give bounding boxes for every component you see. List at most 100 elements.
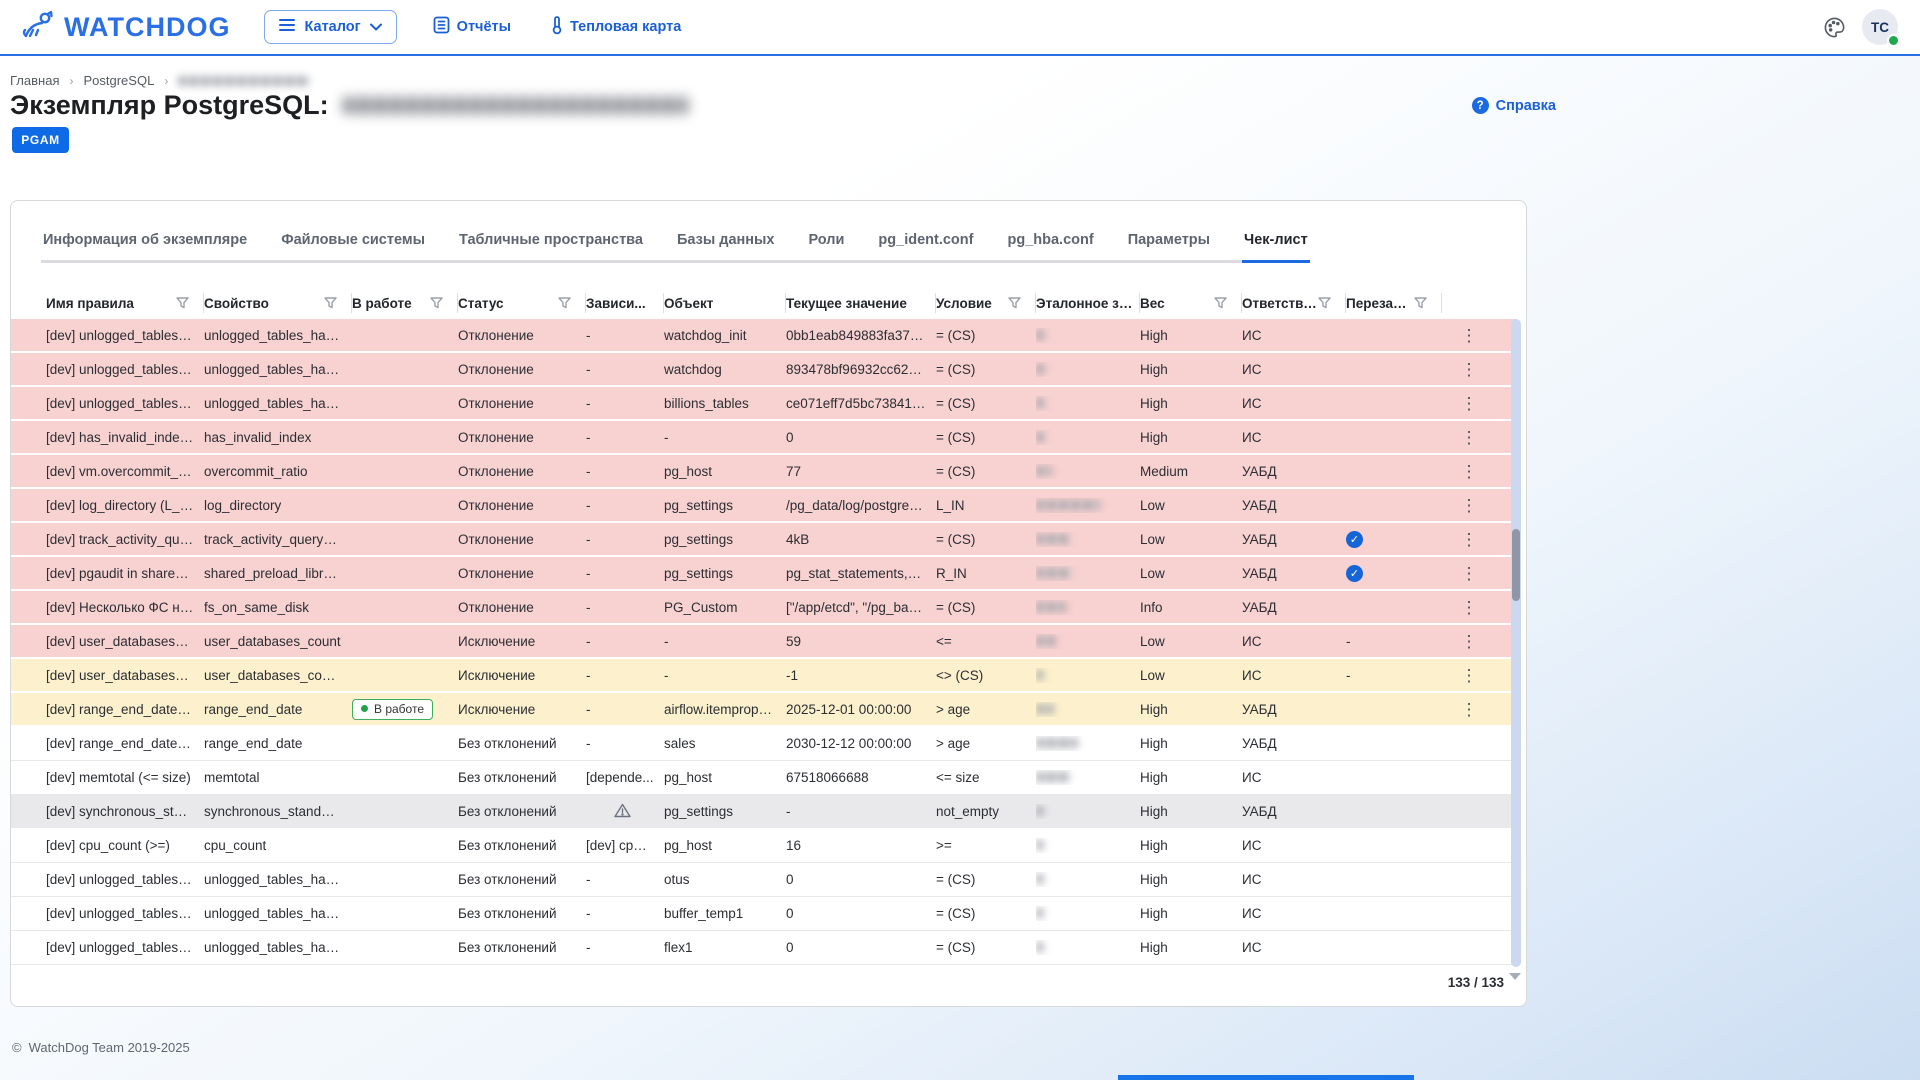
cell-responsible: УАБД bbox=[1242, 532, 1346, 547]
table-row[interactable]: [dev] has_invalid_index (= ...has_invali… bbox=[11, 421, 1516, 455]
cell-current-value: 0 bbox=[786, 906, 936, 921]
vertical-scrollbar-track[interactable] bbox=[1511, 319, 1521, 967]
help-link[interactable]: ? Справка bbox=[1472, 97, 1556, 114]
table-row[interactable]: [dev] unlogged_tables_ha...unlogged_tabl… bbox=[11, 353, 1516, 387]
cell-responsible: УАБД bbox=[1242, 702, 1346, 717]
cell-property: memtotal bbox=[204, 770, 352, 785]
cell-responsible: ИС bbox=[1242, 430, 1346, 445]
filter-icon[interactable] bbox=[324, 297, 345, 309]
cell-responsible: УАБД bbox=[1242, 600, 1346, 615]
tab-8[interactable]: Чек-лист bbox=[1242, 226, 1310, 263]
tab-6[interactable]: pg_hba.conf bbox=[1005, 226, 1095, 263]
cell-status: Отклонение bbox=[458, 396, 586, 411]
row-menu-kebab-icon[interactable]: ⋮ bbox=[1460, 698, 1478, 720]
cell-dependency: - bbox=[586, 736, 664, 751]
table-row[interactable]: [dev] unlogged_tables_ha...unlogged_tabl… bbox=[11, 387, 1516, 421]
tab-1[interactable]: Файловые системы bbox=[279, 226, 427, 263]
column-label: Эталонное зна... bbox=[1036, 296, 1133, 311]
table-row[interactable]: [dev] unlogged_tables_ha...unlogged_tabl… bbox=[11, 863, 1516, 897]
cell-dependency: - bbox=[586, 634, 664, 649]
row-menu-kebab-icon[interactable]: ⋮ bbox=[1460, 664, 1478, 686]
tab-2[interactable]: Табличные пространства bbox=[457, 226, 645, 263]
filter-icon[interactable] bbox=[558, 297, 579, 309]
table-row[interactable]: [dev] unlogged_tables_ha...unlogged_tabl… bbox=[11, 931, 1516, 965]
cell-current-value: - bbox=[786, 804, 936, 819]
row-menu-kebab-icon[interactable]: ⋮ bbox=[1460, 358, 1478, 380]
table-row[interactable]: [dev] track_activity_query...track_activ… bbox=[11, 523, 1516, 557]
tab-7[interactable]: Параметры bbox=[1126, 226, 1212, 263]
breadcrumb-home[interactable]: Главная bbox=[10, 73, 59, 88]
redacted-value bbox=[1036, 840, 1044, 850]
user-avatar[interactable]: TC bbox=[1862, 9, 1898, 45]
filter-icon[interactable] bbox=[1214, 297, 1235, 309]
row-menu-kebab-icon[interactable]: ⋮ bbox=[1460, 426, 1478, 448]
scrollbar-down-arrow[interactable] bbox=[1509, 973, 1521, 980]
reports-link[interactable]: Отчёты bbox=[433, 16, 511, 38]
redacted-value bbox=[1036, 670, 1044, 680]
catalog-button[interactable]: Каталог bbox=[264, 10, 396, 44]
tab-4[interactable]: Роли bbox=[806, 226, 846, 263]
table-row[interactable]: [dev] pgaudit in shared_pr...shared_prel… bbox=[11, 557, 1516, 591]
cell-property: unlogged_tables_hashe... bbox=[204, 396, 352, 411]
brand[interactable]: WATCHDOG bbox=[22, 10, 230, 45]
filter-icon[interactable] bbox=[1318, 297, 1339, 309]
table-row[interactable]: [dev] vm.overcommit_ratio...overcommit_r… bbox=[11, 455, 1516, 489]
cell-condition: = (CS) bbox=[936, 532, 1036, 547]
cell-responsible: ИС bbox=[1242, 906, 1346, 921]
filter-icon[interactable] bbox=[1008, 297, 1029, 309]
cell-rule-name: [dev] user_databases_cou... bbox=[36, 634, 204, 649]
breadcrumb-current-redacted bbox=[178, 76, 310, 86]
tab-0[interactable]: Информация об экземпляре bbox=[41, 226, 249, 263]
cell-property: has_invalid_index bbox=[204, 430, 352, 445]
row-menu-kebab-icon[interactable]: ⋮ bbox=[1460, 596, 1478, 618]
table-row[interactable]: [dev] memtotal (<= size)memtotalБез откл… bbox=[11, 761, 1516, 795]
pgam-button[interactable]: PGAM bbox=[12, 127, 69, 153]
cell-actions: ⋮ bbox=[1442, 664, 1516, 686]
cell-rule-name: [dev] unlogged_tables_ha... bbox=[36, 362, 204, 377]
tab-5[interactable]: pg_ident.conf bbox=[876, 226, 975, 263]
cell-current-value: 0bb1eab849883fa37faf... bbox=[786, 328, 936, 343]
cell-current-value: 0 bbox=[786, 872, 936, 887]
theme-palette-icon[interactable] bbox=[1823, 16, 1846, 39]
cell-condition: = (CS) bbox=[936, 396, 1036, 411]
cell-weight: High bbox=[1140, 736, 1242, 751]
cell-rule-name: [dev] track_activity_query... bbox=[36, 532, 204, 547]
cell-weight: Low bbox=[1140, 498, 1242, 513]
cell-responsible: УАБД bbox=[1242, 464, 1346, 479]
column-header-2: В работе bbox=[352, 293, 458, 313]
table-row[interactable]: [dev] cpu_count (>=)cpu_countБез отклоне… bbox=[11, 829, 1516, 863]
row-menu-kebab-icon[interactable]: ⋮ bbox=[1460, 528, 1478, 550]
table-row[interactable]: [dev] user_databases_cou...user_database… bbox=[11, 625, 1516, 659]
row-menu-kebab-icon[interactable]: ⋮ bbox=[1460, 630, 1478, 652]
breadcrumb-postgresql[interactable]: PostgreSQL bbox=[83, 73, 154, 88]
cell-condition: <= bbox=[936, 634, 1036, 649]
table-row[interactable]: [dev] unlogged_tables_ha...unlogged_tabl… bbox=[11, 897, 1516, 931]
filter-icon[interactable] bbox=[176, 297, 197, 309]
row-menu-kebab-icon[interactable]: ⋮ bbox=[1460, 324, 1478, 346]
row-menu-kebab-icon[interactable]: ⋮ bbox=[1460, 392, 1478, 414]
table-row[interactable]: [dev] range_end_date (> a...range_end_da… bbox=[11, 693, 1516, 727]
row-menu-kebab-icon[interactable]: ⋮ bbox=[1460, 562, 1478, 584]
heatmap-link[interactable]: Тепловая карта bbox=[551, 16, 681, 39]
cell-weight: Info bbox=[1140, 600, 1242, 615]
cell-condition: not_empty bbox=[936, 804, 1036, 819]
redacted-value bbox=[1036, 568, 1072, 578]
table-row[interactable]: [dev] range_end_date (> a...range_end_da… bbox=[11, 727, 1516, 761]
table-row[interactable]: [dev] unlogged_tables_ha...unlogged_tabl… bbox=[11, 319, 1516, 353]
filter-icon[interactable] bbox=[430, 297, 451, 309]
table-row[interactable]: [dev] Несколько ФС на од...fs_on_same_di… bbox=[11, 591, 1516, 625]
tab-3[interactable]: Базы данных bbox=[675, 226, 777, 263]
cell-dependency: - bbox=[586, 464, 664, 479]
vertical-scrollbar-thumb[interactable] bbox=[1512, 529, 1520, 601]
page-header: Экземпляр PostgreSQL: ? Справка bbox=[10, 90, 1556, 121]
avatar-initials: TC bbox=[1871, 20, 1889, 35]
cell-object: pg_settings bbox=[664, 498, 786, 513]
cell-reference-value-redacted bbox=[1036, 702, 1140, 717]
row-menu-kebab-icon[interactable]: ⋮ bbox=[1460, 494, 1478, 516]
table-row[interactable]: [dev] log_directory (L_IN)log_directoryО… bbox=[11, 489, 1516, 523]
row-menu-kebab-icon[interactable]: ⋮ bbox=[1460, 460, 1478, 482]
table-row[interactable]: [dev] user_databases_con...user_database… bbox=[11, 659, 1516, 693]
cell-reference-value-redacted bbox=[1036, 464, 1140, 479]
table-row[interactable]: [dev] synchronous_standb...synchronous_s… bbox=[11, 795, 1516, 829]
filter-icon[interactable] bbox=[1414, 297, 1435, 309]
